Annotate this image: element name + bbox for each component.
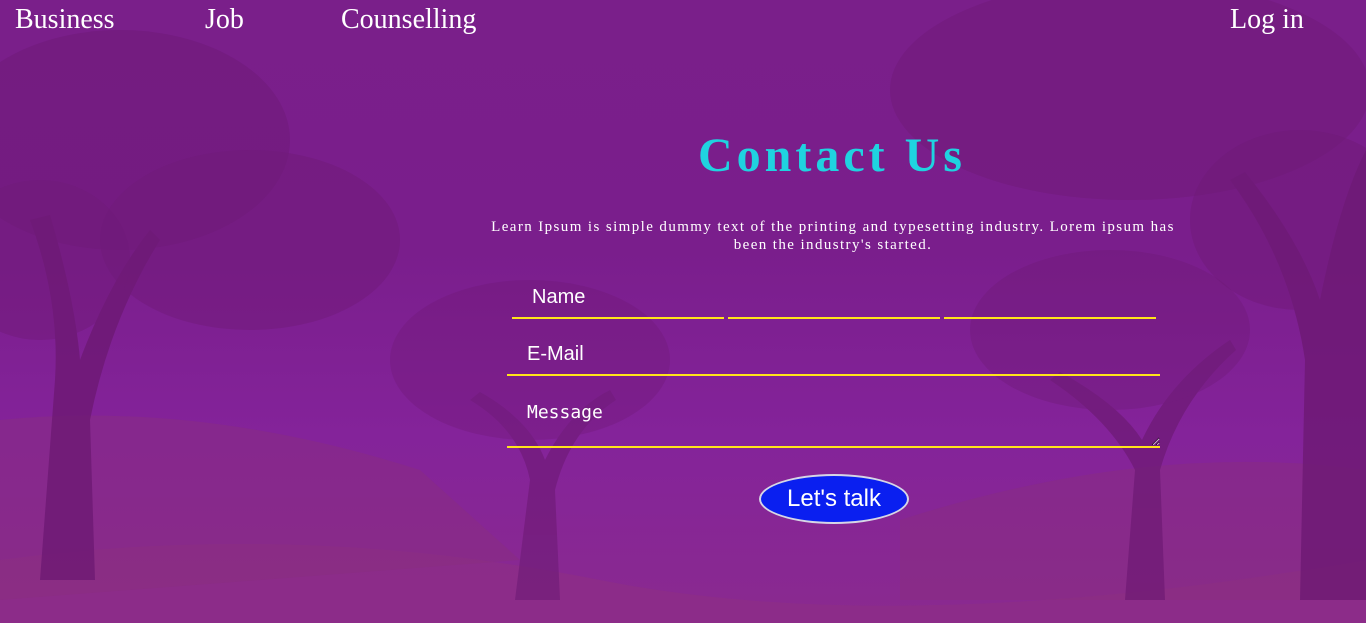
name-field-middle[interactable] [728, 277, 940, 319]
lets-talk-button[interactable]: Let's talk [759, 474, 909, 524]
email-field[interactable] [507, 334, 1160, 376]
nav-link-business[interactable]: Business [15, 4, 115, 36]
contact-description: Learn Ipsum is simple dummy text of the … [491, 219, 1175, 253]
nav-link-counselling[interactable]: Counselling [341, 4, 476, 36]
page-title: Contact Us [698, 129, 966, 182]
nav-link-login[interactable]: Log in [1230, 4, 1304, 36]
nav-link-job[interactable]: Job [205, 4, 244, 36]
name-field-last[interactable] [944, 277, 1156, 319]
message-field[interactable] [507, 396, 1160, 448]
top-navigation: Business Job Counselling Log in [0, 0, 1366, 45]
name-field[interactable] [512, 277, 724, 319]
